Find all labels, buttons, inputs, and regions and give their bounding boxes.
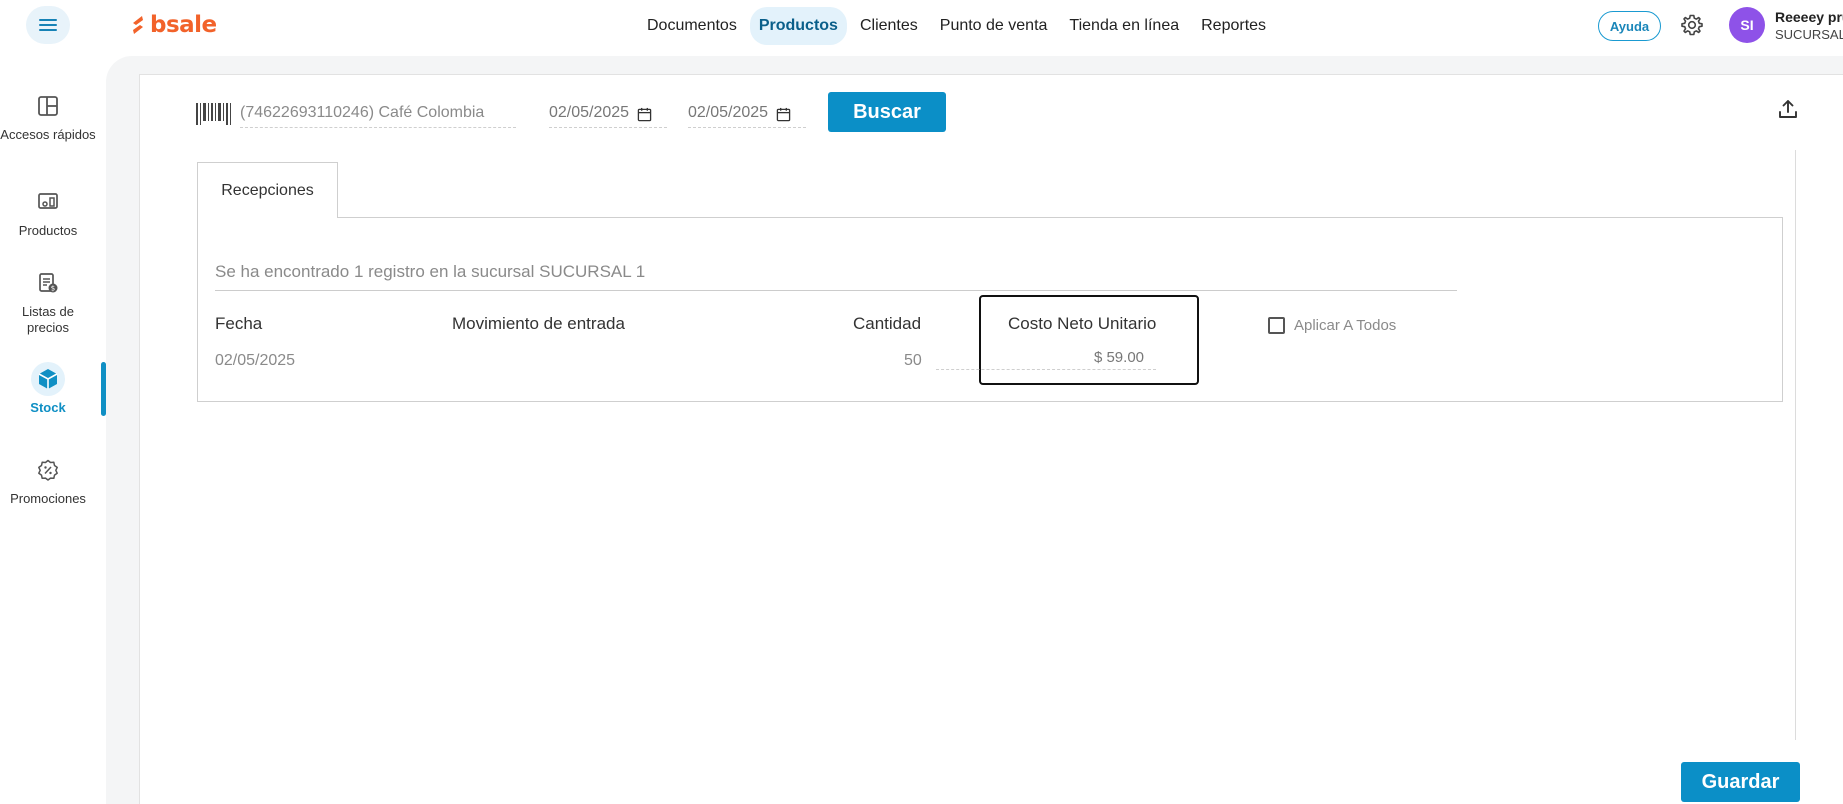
calendar-icon[interactable] — [637, 107, 652, 122]
apply-all-label: Aplicar A Todos — [1294, 317, 1397, 334]
bsale-logo[interactable]: bsale — [130, 11, 217, 39]
calendar-icon[interactable] — [776, 107, 791, 122]
product-search-input[interactable]: (74622693110246) Café Colombia — [240, 104, 516, 128]
sidebar-item-stock[interactable]: Stock — [0, 362, 96, 416]
promo-icon — [38, 459, 58, 481]
user-branch: SUCURSAL — [1775, 27, 1843, 42]
highlight-box — [979, 295, 1199, 385]
sidebar-item-productos[interactable]: Productos — [0, 185, 96, 239]
hamburger-menu-button[interactable] — [26, 6, 70, 44]
main-panel — [139, 74, 1843, 804]
help-button[interactable]: Ayuda — [1598, 11, 1661, 41]
main-nav: Documentos Productos Clientes Punto de v… — [638, 7, 1275, 45]
sidebar-item-label: Stock — [30, 400, 66, 415]
row-date: 02/05/2025 — [215, 352, 296, 369]
sidebar-item-listas-de-precios[interactable]: $ Listas de precios — [0, 266, 96, 336]
sidebar-item-promociones[interactable]: Promociones — [0, 453, 96, 507]
nav-reportes[interactable]: Reportes — [1192, 7, 1275, 45]
hamburger-icon — [39, 19, 57, 31]
sidebar: Accesos rápidos Productos $ Listas de pr… — [0, 56, 100, 804]
sidebar-item-label: Promociones — [10, 491, 86, 506]
products-icon — [38, 193, 58, 209]
apply-all-checkbox[interactable] — [1268, 317, 1285, 334]
date-to-value: 02/05/2025 — [688, 104, 769, 121]
top-bar: bsale Documentos Productos Clientes Punt… — [0, 0, 1843, 50]
column-header-movimiento: Movimiento de entrada — [452, 314, 625, 333]
grid-icon — [38, 96, 58, 116]
sidebar-item-label: Productos — [18, 223, 78, 238]
nav-punto-de-venta[interactable]: Punto de venta — [931, 7, 1057, 45]
column-header-fecha: Fecha — [215, 314, 263, 333]
date-from-field[interactable]: 02/05/2025 — [549, 104, 667, 128]
barcode-icon — [196, 103, 231, 125]
svg-text:$: $ — [51, 285, 55, 293]
date-from-value: 02/05/2025 — [549, 104, 630, 121]
nav-tienda-en-linea[interactable]: Tienda en línea — [1060, 7, 1188, 45]
sidebar-item-accesos-rapidos[interactable]: Accesos rápidos — [0, 89, 96, 143]
sidebar-item-label: Listas de precios — [21, 304, 75, 335]
avatar[interactable]: SI — [1729, 7, 1765, 43]
sidebar-item-label: Accesos rápidos — [0, 127, 96, 142]
save-button[interactable]: Guardar — [1681, 762, 1800, 802]
logo-text: bsale — [150, 12, 217, 38]
gear-icon[interactable] — [1680, 13, 1704, 37]
price-list-icon: $ — [39, 273, 58, 293]
nav-documentos[interactable]: Documentos — [638, 7, 746, 45]
unit-cost-input[interactable]: $ 59.00 — [936, 349, 1156, 370]
box-icon — [38, 369, 58, 389]
panel-right-border — [1795, 150, 1796, 740]
search-button[interactable]: Buscar — [828, 92, 946, 132]
nav-clientes[interactable]: Clientes — [851, 7, 927, 45]
date-to-field[interactable]: 02/05/2025 — [688, 104, 806, 128]
bsale-logo-icon — [133, 16, 143, 34]
user-name[interactable]: Reeeey pru — [1775, 9, 1843, 25]
export-icon[interactable] — [1776, 97, 1800, 121]
results-summary: Se ha encontrado 1 registro en la sucurs… — [215, 262, 1457, 291]
nav-productos[interactable]: Productos — [749, 7, 847, 45]
tab-recepciones[interactable]: Recepciones — [197, 162, 338, 218]
column-header-cantidad: Cantidad — [853, 314, 922, 333]
row-quantity: 50 — [904, 352, 922, 369]
